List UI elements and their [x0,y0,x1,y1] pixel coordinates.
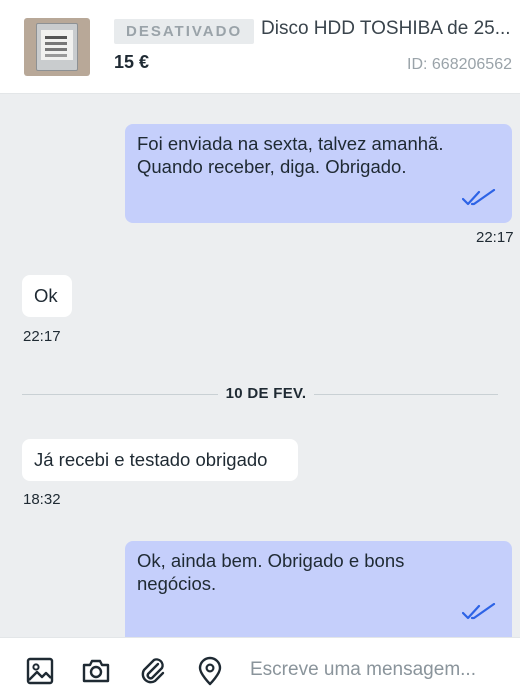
listing-header[interactable]: DESATIVADO Disco HDD TOSHIBA de 25... 15… [0,0,520,94]
message-input[interactable] [250,656,512,684]
message-line: Ok [34,285,58,306]
listing-price: 15 € [114,52,150,72]
message-bubble-incoming[interactable]: Ok [22,275,72,317]
paperclip-icon[interactable] [138,656,168,686]
message-bubble-incoming[interactable]: Já recebi e testado obrigado [22,439,298,481]
message-line: Foi enviada na sexta, talvez amanhã. [137,133,444,154]
date-divider-label: 10 DE FEV. [218,385,314,402]
message-time: 22:17 [23,328,61,345]
camera-icon[interactable] [81,656,111,686]
image-icon[interactable] [25,656,55,686]
listing-title[interactable]: Disco HDD TOSHIBA de 25... [261,18,511,40]
double-check-icon [462,189,496,206]
message-line: Ok, ainda bem. Obrigado e bons [137,550,405,571]
status-badge: DESATIVADO [114,19,255,44]
double-check-icon [462,603,496,620]
message-bubble-outgoing[interactable]: Foi enviada na sexta, talvez amanhã. Qua… [125,124,512,223]
message-line: Já recebi e testado obrigado [34,449,268,470]
message-line: negócios. [137,573,217,594]
message-time: 18:32 [23,491,61,508]
hdd-image [36,23,78,71]
listing-id: ID: 668206562 [407,56,512,73]
message-bubble-outgoing[interactable]: Ok, ainda bem. Obrigado e bons negócios. [125,541,512,651]
message-line: Quando receber, diga. Obrigado. [137,156,407,177]
listing-thumbnail[interactable] [24,18,90,76]
message-time: 22:17 [476,229,514,246]
location-pin-icon[interactable] [195,656,225,686]
message-composer [0,637,520,700]
